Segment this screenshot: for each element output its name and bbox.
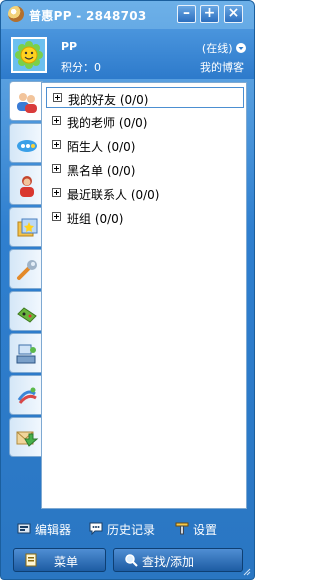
editor-label: 编辑器 [35,523,72,537]
points-label: 积分：0 [61,61,101,74]
side-tab-bar [9,81,43,489]
status-label: (在线) [201,42,233,55]
tab-mobile[interactable] [9,375,42,415]
avatar[interactable] [11,37,47,73]
status-selector[interactable]: (在线) [202,40,246,56]
group-label: 黑名单 (0/0) [67,164,136,178]
window-title: 普惠PP - 2848703 [29,9,147,23]
nickname: PP [61,40,78,53]
expand-icon[interactable] [52,140,61,149]
history-button[interactable]: 历史记录 [89,520,164,538]
find-add-button[interactable]: 查找/添加 [113,548,243,572]
contacts-icon [17,93,37,113]
app-logo-icon [8,6,24,22]
history-label: 历史记录 [107,523,156,537]
group-label: 班组 (0/0) [67,212,124,226]
tab-desktop[interactable] [9,333,42,373]
settings-label: 设置 [193,523,218,537]
tab-cards[interactable] [9,207,42,247]
settings-icon [175,522,189,535]
group-row[interactable]: 最近联系人 (0/0) [46,183,244,204]
mobile-icon [17,387,37,404]
editor-button[interactable]: 编辑器 [17,520,77,538]
chat-icon [17,140,37,152]
group-row[interactable]: 我的好友 (0/0) [46,87,244,108]
menu-label: 菜单 [54,555,79,569]
expand-icon[interactable] [53,93,62,102]
tab-person[interactable] [9,165,42,205]
expand-icon[interactable] [52,212,61,221]
tab-mail[interactable] [9,417,42,457]
app-window: 普惠PP - 2848703 – + × PP 积分：0 (在线) 我的博客 我… [0,0,255,580]
expand-icon[interactable] [52,164,61,173]
chevron-down-icon [236,43,246,53]
my-blog-link[interactable]: 我的博客 [200,59,244,75]
close-button[interactable]: × [224,5,243,23]
title-bar[interactable]: 普惠PP - 2848703 – + × [1,1,254,29]
settings-button[interactable]: 设置 [175,520,225,538]
group-label: 我的好友 (0/0) [68,93,149,107]
tab-chat[interactable] [9,123,42,163]
star-card-icon [17,218,38,237]
tab-tools[interactable] [9,249,42,289]
minimize-button[interactable]: – [177,5,196,23]
resize-grip-icon[interactable] [243,568,251,576]
profile-header: PP 积分：0 (在线) 我的博客 [1,29,254,79]
contact-groups-panel: 我的好友 (0/0) 我的老师 (0/0) 陌生人 (0/0) 黑名单 (0/0… [41,82,247,509]
group-row[interactable]: 班组 (0/0) [46,207,244,228]
gamepad-icon [17,307,37,323]
find-add-label: 查找/添加 [142,555,195,569]
tab-contacts[interactable] [9,81,43,121]
mail-icon [16,431,39,447]
maximize-button[interactable]: + [200,5,219,23]
history-icon [89,522,103,535]
group-label: 最近联系人 (0/0) [67,188,160,202]
person-icon [20,176,34,197]
desktop-icon [16,344,36,364]
menu-icon [25,553,37,567]
group-row[interactable]: 黑名单 (0/0) [46,159,244,180]
expand-icon[interactable] [52,116,61,125]
editor-icon [17,523,31,534]
group-row[interactable]: 我的老师 (0/0) [46,111,244,132]
wrench-icon [17,260,37,280]
tab-games[interactable] [9,291,42,331]
group-row[interactable]: 陌生人 (0/0) [46,135,244,156]
bottom-toolbar: 编辑器 历史记录 设置 [1,517,254,539]
expand-icon[interactable] [52,188,61,197]
group-label: 陌生人 (0/0) [67,140,136,154]
search-icon [125,554,138,567]
group-label: 我的老师 (0/0) [67,116,148,130]
menu-button[interactable]: 菜单 [13,548,106,572]
